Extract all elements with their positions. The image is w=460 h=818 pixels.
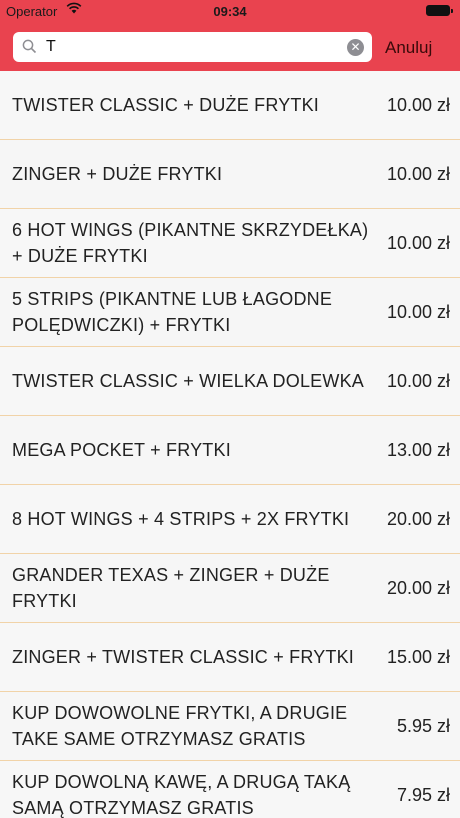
item-name: 6 HOT WINGS (PIKANTNE SKRZYDEŁKA) + DUŻE… xyxy=(12,220,369,266)
item-price: 10.00 zł xyxy=(386,163,450,184)
item-name: KUP DOWOWOLNE FRYTKI, A DRUGIE TAKE SAME… xyxy=(12,703,348,749)
item-price: 10.00 zł xyxy=(386,370,450,391)
list-item[interactable]: ZINGER + TWISTER CLASSIC + FRYTKI 15.00 z… xyxy=(0,623,460,692)
list-item[interactable]: 5 STRIPS (PIKANTNE LUB ŁAGODNE POLĘDWICZ… xyxy=(0,278,460,347)
list-item[interactable]: KUP DOWOLNĄ KAWĘ, A DRUGĄ TAKĄ SAMĄ OTRZ… xyxy=(0,761,460,818)
status-bar: Operator 09:34 xyxy=(0,0,460,22)
item-name: 5 STRIPS (PIKANTNE LUB ŁAGODNE POLĘDWICZ… xyxy=(12,289,333,335)
item-name: GRANDER TEXAS + ZINGER + DUŻE FRYTKI xyxy=(12,565,330,611)
search-field[interactable]: T ✕ xyxy=(13,32,372,62)
battery-icon xyxy=(426,5,453,16)
list-item[interactable]: GRANDER TEXAS + ZINGER + DUŻE FRYTKI 20.0… xyxy=(0,554,460,623)
item-price: 7.95 zł xyxy=(396,784,450,805)
item-price: 15.00 zł xyxy=(386,646,450,667)
item-price: 10.00 zł xyxy=(386,301,450,322)
clear-search-icon[interactable]: ✕ xyxy=(347,39,364,56)
item-name: ZINGER + DUŻE FRYTKI xyxy=(12,164,223,184)
list-item[interactable]: KUP DOWOWOLNE FRYTKI, A DRUGIE TAKE SAME… xyxy=(0,692,460,761)
item-name: TWISTER CLASSIC + DUŻE FRYTKI xyxy=(12,95,320,115)
item-price: 20.00 zł xyxy=(386,577,450,598)
search-icon xyxy=(22,39,37,59)
list-item[interactable]: 6 HOT WINGS (PIKANTNE SKRZYDEŁKA) + DUŻE… xyxy=(0,209,460,278)
item-price: 10.00 zł xyxy=(386,232,450,253)
clock: 09:34 xyxy=(213,4,247,19)
item-name: MEGA POCKET + FRYTKI xyxy=(12,440,231,460)
item-price: 13.00 zł xyxy=(386,439,450,460)
item-name: ZINGER + TWISTER CLASSIC + FRYTKI xyxy=(12,647,354,667)
list-item[interactable]: TWISTER CLASSIC + WIELKA DOLEWKA 10.00 zł xyxy=(0,347,460,416)
item-name: 8 HOT WINGS + 4 STRIPS + 2X FRYTKI xyxy=(12,509,350,529)
search-input[interactable]: T xyxy=(46,38,56,56)
item-name: KUP DOWOLNĄ KAWĘ, A DRUGĄ TAKĄ SAMĄ OTRZ… xyxy=(12,772,351,818)
cancel-button[interactable]: Anuluj xyxy=(385,38,432,58)
list-item[interactable]: TWISTER CLASSIC + DUŻE FRYTKI 10.00 zł xyxy=(0,71,460,140)
item-price: 20.00 zł xyxy=(386,508,450,529)
item-name: TWISTER CLASSIC + WIELKA DOLEWKA xyxy=(12,371,364,391)
menu-list: TWISTER CLASSIC + DUŻE FRYTKI 10.00 zł ZIN… xyxy=(0,71,460,818)
navigation-bar: Operator 09:34 T ✕ Anuluj xyxy=(0,0,460,71)
list-item[interactable]: ZINGER + DUŻE FRYTKI 10.00 zł xyxy=(0,140,460,209)
item-price: 5.95 zł xyxy=(396,715,450,736)
item-price: 10.00 zł xyxy=(386,94,450,115)
list-item[interactable]: MEGA POCKET + FRYTKI 13.00 zł xyxy=(0,416,460,485)
list-item[interactable]: 8 HOT WINGS + 4 STRIPS + 2X FRYTKI 20.00 … xyxy=(0,485,460,554)
